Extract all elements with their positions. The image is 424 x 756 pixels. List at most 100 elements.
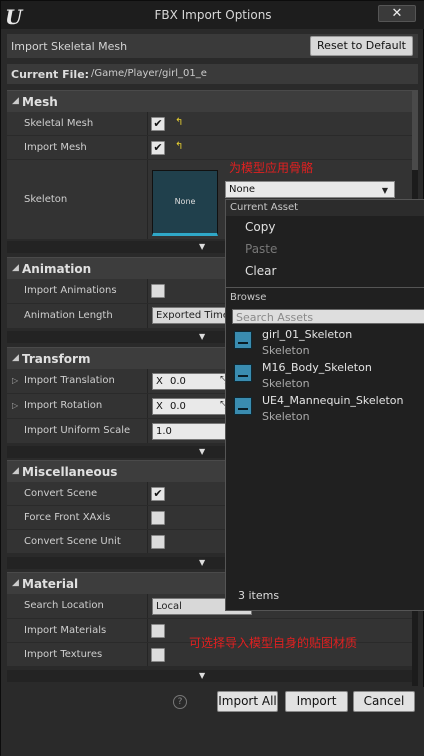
window-title: FBX Import Options — [154, 8, 272, 22]
select-value: Exported Time — [156, 310, 229, 321]
property-label: Import Mesh — [24, 142, 87, 153]
convert-scene-checkbox[interactable]: ✔ — [151, 487, 165, 501]
advanced-expander[interactable]: ▼ — [7, 670, 412, 682]
asset-name: girl_01_Skeleton — [262, 328, 353, 341]
section-title: Miscellaneous — [22, 465, 118, 479]
convert-scene-unit-checkbox[interactable] — [151, 535, 165, 549]
import-materials-checkbox[interactable] — [151, 624, 165, 638]
chevron-down-icon: ▼ — [199, 332, 206, 341]
section-title: Animation — [22, 262, 92, 276]
import-type-label: Import Skeletal Mesh — [11, 40, 128, 53]
property-label: Import Uniform Scale — [24, 425, 131, 436]
reset-arrow-icon[interactable]: ↰ — [175, 141, 183, 152]
animation-length-select[interactable]: Exported Time — [152, 307, 232, 324]
property-label: Convert Scene — [24, 488, 98, 499]
scrollbar-thumb[interactable] — [412, 90, 418, 170]
reset-to-default-button[interactable]: Reset to Default — [310, 36, 413, 56]
property-label: Convert Scene Unit — [24, 536, 121, 547]
property-label: Animation Length — [24, 310, 113, 321]
chevron-down-icon: ▼ — [381, 186, 388, 195]
current-file-bar: Current File: /Game/Player/girl_01_e — [7, 64, 418, 84]
property-label: Skeleton — [24, 194, 68, 205]
title-bar[interactable]: U FBX Import Options ✕ — [1, 1, 424, 29]
section-title: Mesh — [22, 95, 58, 109]
skeleton-combo[interactable]: None ▼ — [225, 181, 395, 198]
asset-name: M16_Body_Skeleton — [262, 361, 372, 374]
asset-list-item[interactable]: girl_01_Skeleton Skeleton — [226, 327, 424, 360]
import-all-button[interactable]: Import All — [217, 691, 278, 712]
current-file-label: Current File: — [11, 68, 90, 81]
property-label: Import Translation — [24, 375, 115, 386]
import-header: Import Skeletal Mesh Reset to Default — [7, 34, 418, 58]
footer-bar: ? Import All Import Cancel — [1, 687, 424, 756]
reset-arrow-icon[interactable]: ↰ — [175, 117, 183, 128]
expand-arrow-icon[interactable]: ▷ — [12, 376, 18, 385]
skeleton-picker-dropdown: Current Asset Copy Paste Clear Browse Se… — [225, 199, 424, 611]
asset-list-item[interactable]: UE4_Mannequin_Skeleton Skeleton — [226, 393, 424, 426]
help-icon[interactable]: ? — [173, 695, 187, 709]
property-label: Import Textures — [24, 649, 103, 660]
asset-count: 3 items — [238, 589, 280, 602]
search-placeholder: Search Assets — [236, 311, 314, 324]
fbx-import-window: U FBX Import Options ✕ Import Skeletal M… — [0, 0, 424, 756]
skeleton-annotation: 为模型应用骨骼 — [229, 161, 314, 175]
axis-label: X — [156, 376, 163, 387]
property-label: Import Materials — [24, 625, 107, 636]
collapse-arrow-icon: ◢ — [12, 353, 19, 363]
cancel-button[interactable]: Cancel — [353, 691, 415, 712]
chevron-down-icon: ▼ — [199, 671, 206, 680]
section-title: Material — [22, 577, 79, 591]
field-value: 0.0 — [170, 401, 186, 412]
current-asset-header: Current Asset — [226, 200, 424, 216]
import-textures-checkbox[interactable] — [151, 648, 165, 662]
property-label: Import Animations — [24, 285, 117, 296]
clear-menu-item[interactable]: Clear — [245, 264, 276, 278]
axis-label: X — [156, 401, 163, 412]
asset-search-input[interactable]: Search Assets — [232, 309, 424, 324]
translation-x-field[interactable]: X 0.0 ⤡ — [152, 373, 232, 390]
asset-type: Skeleton — [262, 344, 310, 357]
field-value: 0.0 — [170, 376, 186, 387]
field-value: 1.0 — [156, 426, 172, 437]
import-mesh-checkbox[interactable]: ✔ — [151, 141, 165, 155]
asset-name: UE4_Mannequin_Skeleton — [262, 394, 404, 407]
copy-menu-item[interactable]: Copy — [245, 220, 275, 234]
property-label: Force Front XAxis — [24, 512, 111, 523]
select-value: Local — [156, 601, 182, 612]
current-file-value: /Game/Player/girl_01_e — [91, 68, 207, 79]
skeleton-value: None — [229, 184, 256, 195]
row-skeletal-mesh: Skeletal Mesh ✔ ↰ — [7, 112, 412, 136]
skeleton-thumbnail[interactable]: None — [152, 170, 218, 236]
collapse-arrow-icon: ◢ — [12, 263, 19, 273]
collapse-arrow-icon: ◢ — [12, 96, 19, 106]
collapse-arrow-icon: ◢ — [12, 578, 19, 588]
browse-header: Browse — [226, 290, 424, 306]
row-import-mesh: Import Mesh ✔ ↰ — [7, 136, 412, 160]
chevron-down-icon: ▼ — [199, 447, 206, 456]
asset-type: Skeleton — [262, 377, 310, 390]
property-label: Search Location — [24, 600, 104, 611]
property-label: Import Rotation — [24, 400, 103, 411]
uniform-scale-field[interactable]: 1.0 — [152, 423, 232, 440]
chevron-down-icon: ▼ — [199, 242, 206, 251]
material-annotation: 可选择导入模型自身的贴图材质 — [189, 636, 358, 650]
chevron-down-icon: ▼ — [199, 558, 206, 567]
skeletal-mesh-checkbox[interactable]: ✔ — [151, 117, 165, 131]
import-animations-checkbox[interactable] — [151, 284, 165, 298]
skeleton-asset-icon — [234, 331, 252, 349]
skeleton-asset-icon — [234, 364, 252, 382]
expand-arrow-icon[interactable]: ▷ — [12, 401, 18, 410]
skeleton-asset-icon — [234, 397, 252, 415]
section-title: Transform — [22, 352, 91, 366]
collapse-arrow-icon: ◢ — [12, 466, 19, 476]
rotation-x-field[interactable]: X 0.0 ⤡ — [152, 398, 232, 415]
close-button[interactable]: ✕ — [378, 5, 416, 22]
asset-list-item[interactable]: M16_Body_Skeleton Skeleton — [226, 360, 424, 393]
section-mesh[interactable]: ◢ Mesh — [7, 90, 412, 112]
paste-menu-item[interactable]: Paste — [245, 242, 277, 256]
import-button[interactable]: Import — [285, 691, 348, 712]
property-label: Skeletal Mesh — [24, 118, 94, 129]
thumbnail-label: None — [174, 197, 196, 206]
asset-type: Skeleton — [262, 410, 310, 423]
force-front-xaxis-checkbox[interactable] — [151, 511, 165, 525]
